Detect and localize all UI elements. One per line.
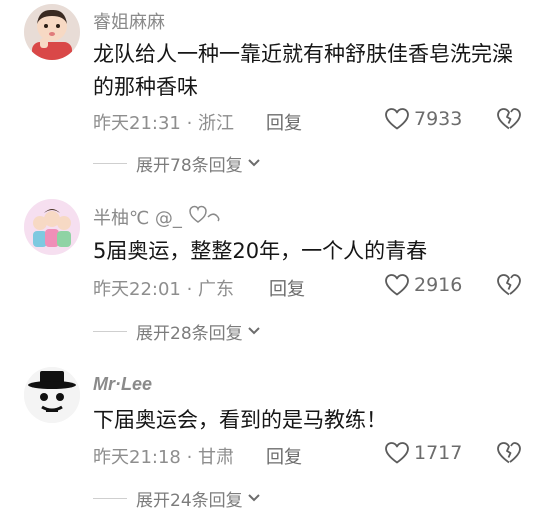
expand-label: 展开78条回复	[136, 156, 243, 176]
reply-button[interactable]: 回复	[266, 443, 302, 469]
dislike-button[interactable]	[496, 441, 522, 469]
username[interactable]: 睿姐麻麻	[93, 8, 165, 34]
reply-button[interactable]: 回复	[266, 109, 302, 135]
divider-line	[93, 498, 127, 499]
like-button[interactable]: 2916	[384, 273, 462, 297]
comment-meta: 昨天22:01 · 广东	[93, 279, 235, 300]
comment-item: 睿姐麻麻 龙队给人一种一靠近就有种舒肤佳香皂洗完澡的那种香味 昨天21:31 ·…	[0, 0, 550, 178]
heart-outline-icon	[384, 107, 410, 131]
like-button[interactable]: 7933	[384, 107, 462, 131]
username-text: 半柚℃ @_	[93, 207, 182, 229]
expand-label: 展开28条回复	[136, 324, 243, 344]
chevron-down-icon	[246, 489, 262, 509]
avatar[interactable]	[24, 4, 80, 60]
like-count: 2916	[414, 274, 463, 296]
expand-replies[interactable]: 展开28条回复	[93, 319, 262, 344]
like-count: 7933	[414, 108, 463, 130]
comment-text: 5届奥运，整整20年，一个人的青春	[93, 239, 428, 263]
dislike-button[interactable]	[496, 273, 522, 301]
dislike-button[interactable]	[496, 107, 522, 135]
heart-outline-icon	[384, 273, 410, 297]
like-count: 1717	[414, 442, 463, 464]
expand-label: 展开24条回复	[136, 491, 243, 511]
username[interactable]: 半柚℃ @_	[93, 203, 222, 230]
like-button[interactable]: 1717	[384, 441, 462, 465]
expand-replies[interactable]: 展开78条回复	[93, 151, 262, 176]
heart-outline-icon	[384, 441, 410, 465]
divider-line	[93, 163, 127, 164]
broken-heart-icon	[496, 442, 522, 469]
divider-line	[93, 331, 127, 332]
reply-button[interactable]: 回复	[269, 275, 305, 301]
broken-heart-icon	[496, 274, 522, 301]
chevron-down-icon	[246, 322, 262, 342]
avatar[interactable]	[24, 367, 80, 423]
comment-text: 龙队给人一种一靠近就有种舒肤佳香皂洗完澡的那种香味	[93, 42, 513, 99]
heart-emoji-icon	[188, 203, 222, 230]
username[interactable]: Mr·Lee	[93, 374, 152, 395]
chevron-down-icon	[246, 154, 262, 174]
broken-heart-icon	[496, 108, 522, 135]
avatar[interactable]	[24, 199, 80, 255]
comment-meta: 昨天21:18 · 甘肃	[93, 447, 235, 468]
expand-replies[interactable]: 展开24条回复	[93, 486, 262, 511]
comment-meta: 昨天21:31 · 浙江	[93, 113, 235, 134]
comment-text: 下届奥运会，看到的是马教练！	[93, 408, 387, 432]
